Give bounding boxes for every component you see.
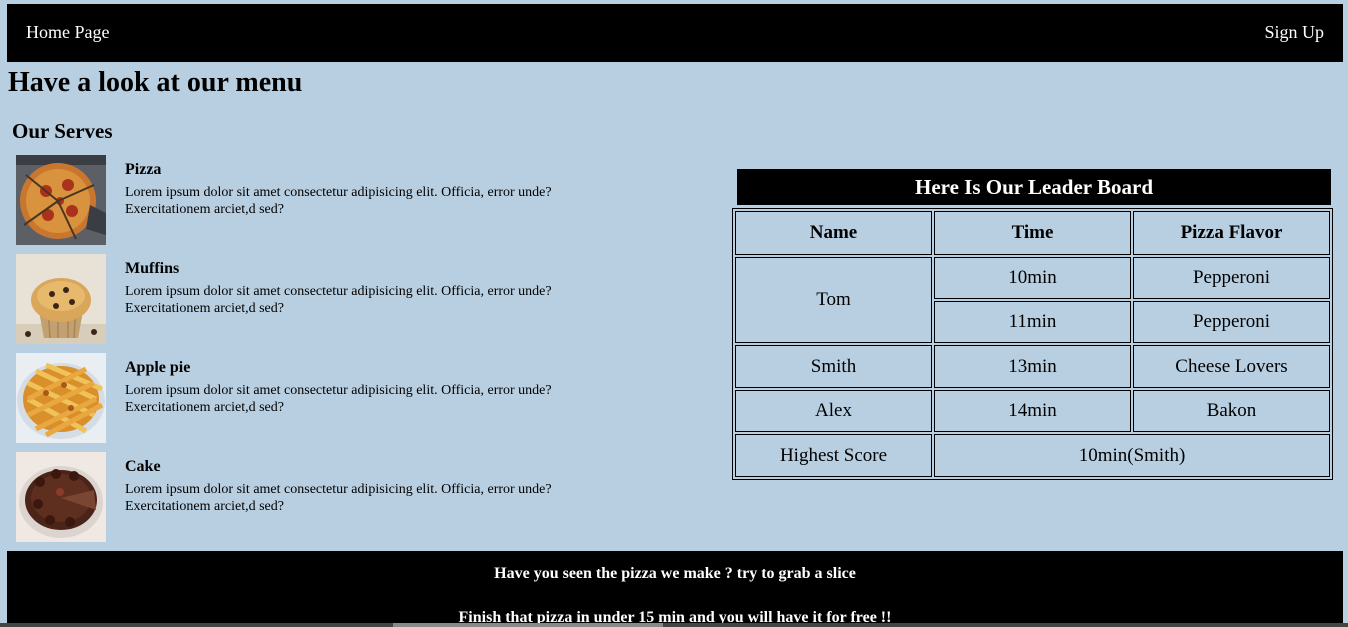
highest-score-label: Highest Score: [735, 434, 932, 477]
cell-time: 11min: [934, 300, 1131, 344]
muffin-image: [16, 254, 106, 344]
cell-flavor: Pepperoni: [1133, 256, 1330, 299]
menu-item-name: Pizza: [125, 161, 162, 178]
menu-item-pizza: Pizza Lorem ipsum dolor sit amet consect…: [16, 155, 616, 245]
highest-score-row: Highest Score 10min(Smith): [735, 434, 1330, 477]
menu-item-muffins: Muffins Lorem ipsum dolor sit amet conse…: [16, 254, 616, 344]
menu-item-description: Lorem ipsum dolor sit amet consectetur a…: [125, 284, 552, 316]
cell-flavor: Cheese Lovers: [1133, 345, 1330, 388]
cake-image: [16, 452, 106, 542]
page-title: Have a look at our menu: [8, 67, 303, 98]
menu-item-name: Cake: [125, 458, 161, 475]
menu-item-name: Apple pie: [125, 359, 191, 376]
menu-item-description: Lorem ipsum dolor sit amet consectetur a…: [125, 383, 552, 415]
apple-pie-image: [16, 353, 106, 443]
cell-time: 14min: [934, 389, 1131, 433]
cell-flavor: Bakon: [1133, 389, 1330, 433]
footer-promo-text: Have you seen the pizza we make ? try to…: [494, 565, 856, 582]
leaderboard-table: Name Time Pizza Flavor Tom 10min Peppero…: [732, 208, 1333, 480]
column-header-name: Name: [735, 211, 932, 255]
column-header-flavor: Pizza Flavor: [1133, 211, 1330, 255]
menu-item-name: Muffins: [125, 260, 180, 277]
section-title: Our Serves: [12, 119, 113, 143]
cell-name: Alex: [735, 389, 932, 433]
navbar: Home Page Sign Up: [7, 4, 1343, 62]
table-row: Tom 10min Pepperoni: [735, 256, 1330, 344]
cell-time: 13min: [934, 345, 1131, 388]
cell-flavor: Pepperoni: [1133, 300, 1330, 344]
home-page-link[interactable]: Home Page: [26, 22, 109, 43]
menu-item-cake: Cake Lorem ipsum dolor sit amet consecte…: [16, 452, 616, 542]
highest-score-value: 10min(Smith): [934, 434, 1330, 477]
column-header-time: Time: [934, 211, 1131, 255]
table-row: Alex 14min Bakon: [735, 389, 1330, 433]
cell-name: Tom: [735, 256, 932, 344]
sign-up-link[interactable]: Sign Up: [1264, 22, 1324, 43]
horizontal-scrollbar[interactable]: [0, 623, 1348, 627]
table-header-row: Name Time Pizza Flavor: [735, 211, 1330, 255]
table-row: Smith 13min Cheese Lovers: [735, 345, 1330, 388]
cell-time: 10min: [934, 256, 1131, 299]
footer: Have you seen the pizza we make ? try to…: [7, 551, 1343, 627]
leaderboard-title: Here Is Our Leader Board: [737, 169, 1331, 205]
menu-item-description: Lorem ipsum dolor sit amet consectetur a…: [125, 482, 552, 514]
pizza-image: [16, 155, 106, 245]
cell-name: Smith: [735, 345, 932, 388]
menu-item-apple-pie: Apple pie Lorem ipsum dolor sit amet con…: [16, 353, 616, 443]
scrollbar-thumb[interactable]: [393, 623, 663, 627]
menu-item-description: Lorem ipsum dolor sit amet consectetur a…: [125, 185, 552, 217]
